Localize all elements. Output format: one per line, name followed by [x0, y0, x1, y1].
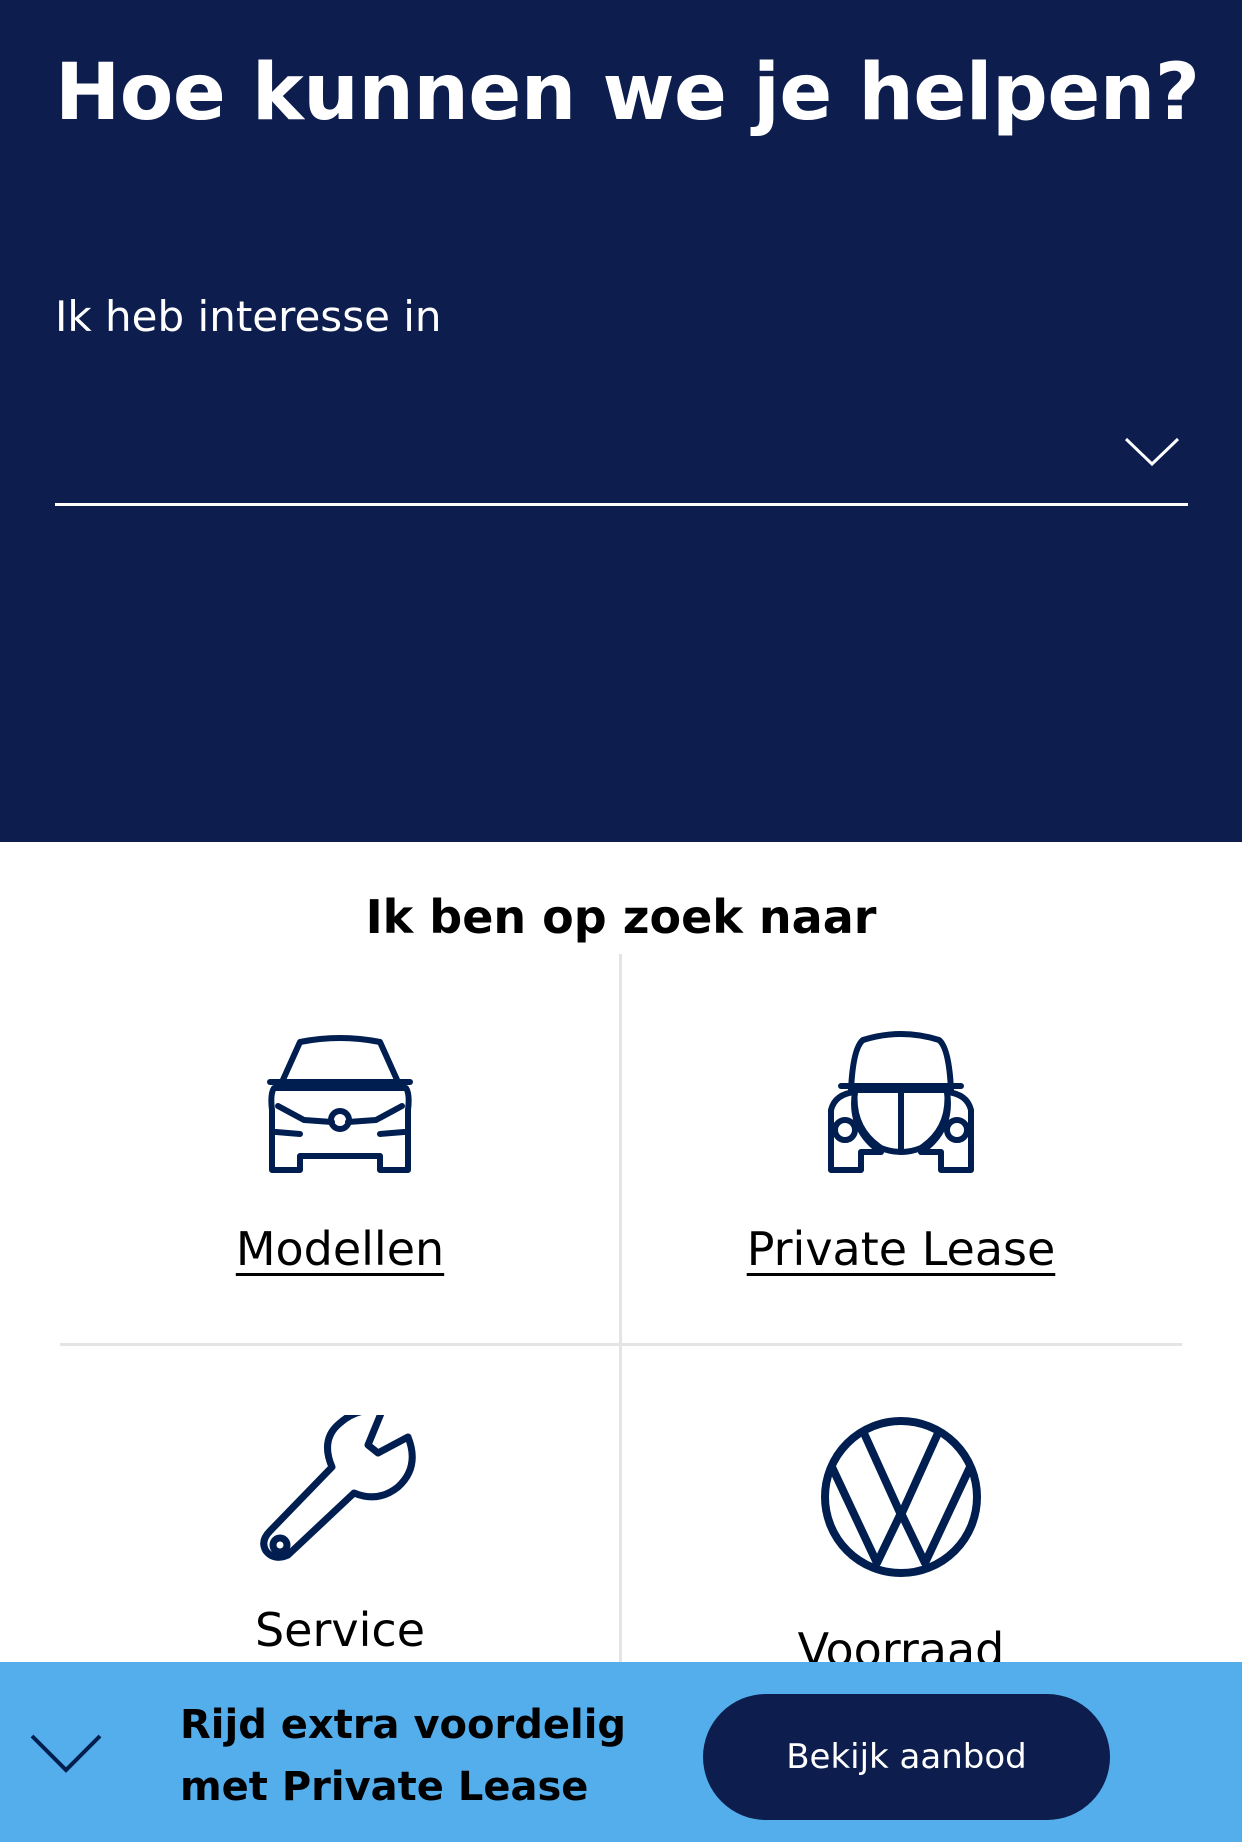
- wrench-icon: [260, 1415, 416, 1561]
- tile-private-lease-label[interactable]: Private Lease: [621, 1222, 1181, 1276]
- car-front-icon: [267, 1035, 413, 1173]
- grid-divider-horizontal: [60, 1343, 1182, 1346]
- tile-private-lease[interactable]: Private Lease: [621, 1030, 1181, 1276]
- chevron-down-icon[interactable]: [30, 1734, 102, 1774]
- section-title: Ik ben op zoek naar: [365, 890, 877, 944]
- hero-section: Hoe kunnen we je helpen? Ik heb interess…: [0, 0, 1242, 842]
- vw-logo-icon: [821, 1417, 981, 1577]
- tile-models-label[interactable]: Modellen: [60, 1222, 620, 1276]
- interest-label: Ik heb interesse in: [55, 292, 442, 341]
- beetle-car-icon: [828, 1031, 974, 1173]
- chevron-down-icon: [1124, 437, 1180, 467]
- tile-service-label: Service: [254, 1603, 425, 1657]
- tile-service[interactable]: Service: [60, 1415, 620, 1657]
- interest-dropdown[interactable]: [55, 400, 1188, 506]
- promo-text-line1: Rijd extra voordelig: [180, 1702, 627, 1748]
- promo-text-line2: met Private Lease: [180, 1764, 589, 1810]
- tile-stock[interactable]: Voorraad: [621, 1415, 1181, 1677]
- promo-banner: Rijd extra voordelig met Private Lease B…: [0, 1662, 1242, 1842]
- promo-text: Rijd extra voordelig met Private Lease: [180, 1694, 700, 1818]
- view-offer-button[interactable]: Bekijk aanbod: [703, 1694, 1110, 1820]
- tile-models[interactable]: Modellen: [60, 1030, 620, 1276]
- page-title: Hoe kunnen we je helpen?: [55, 48, 1200, 138]
